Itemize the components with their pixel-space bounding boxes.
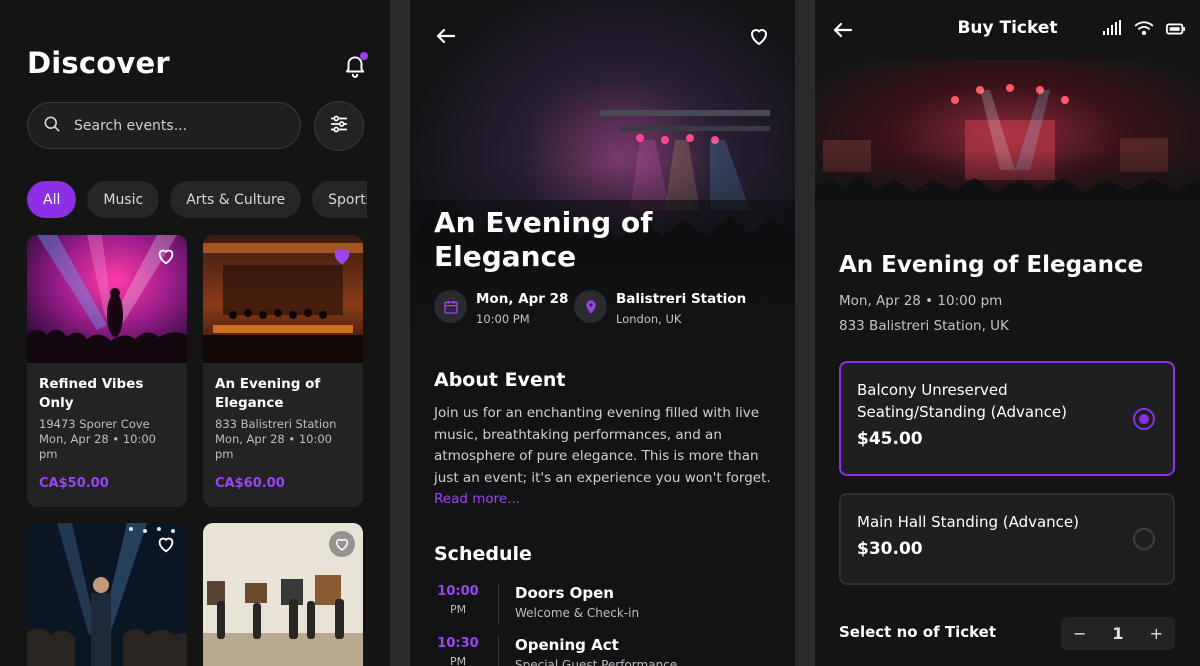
schedule-divider [498,584,499,624]
event-time: 10:00 PM [476,312,530,326]
read-more-link[interactable]: Read more... [434,491,520,507]
ticket-radio[interactable] [1133,408,1155,430]
event-card[interactable]: An Evening of Elegance 833 Balistreri St… [203,235,363,507]
calendar-icon [434,290,467,323]
schedule-subtitle: Welcome & Check-in [515,606,640,620]
event-title: An Evening of Elegance [839,252,1144,278]
event-card-meta: 833 Balistreri Station Mon, Apr 28 • 10:… [215,417,337,461]
event-card-meta: 19473 Sporer Cove Mon, Apr 28 • 10:00 pm [39,417,156,461]
ticket-radio[interactable] [1133,528,1155,550]
decrement-button[interactable]: − [1073,624,1086,643]
search-bar[interactable] [27,102,301,149]
chip-sports[interactable]: Sports [312,181,367,218]
wifi-icon [1134,20,1154,40]
event-date: Mon, Apr 28 [476,291,569,307]
event-image [27,523,187,666]
schedule-title: Opening Act [515,636,619,654]
favorite-heart-icon[interactable] [155,245,177,267]
ticket-price: $30.00 [857,539,923,559]
chip-music[interactable]: Music [87,181,160,218]
schedule-time: 10:00 [437,584,479,599]
favorite-heart-icon[interactable] [155,533,177,555]
schedule-item: 10:30 PM Opening Act Special Guest Perfo… [434,636,774,666]
event-datetime: Mon, Apr 28 • 10:00 pm [839,293,1003,309]
event-venue-info: Balistreri Station London, UK [574,290,746,327]
ticket-name: Balcony Unreserved Seating/Standing (Adv… [857,381,1067,421]
chip-all[interactable]: All [27,181,77,218]
event-detail-screen: An Evening of Elegance Mon, Apr 28 10:00… [410,0,795,666]
status-icons [1102,20,1186,40]
back-arrow-icon[interactable] [434,24,458,48]
quantity-value: 1 [1112,624,1124,643]
chip-arts-culture[interactable]: Arts & Culture [170,181,302,218]
location-pin-icon [574,290,607,323]
buy-ticket-screen: Buy Ticket An Evening of Elegance Mon, A… [815,0,1200,666]
event-card-price: CA$50.00 [39,476,109,491]
page-title: Discover [27,46,170,80]
signal-icon [1102,20,1122,40]
event-card-title: An Evening of Elegance [215,376,321,411]
ticket-price: $45.00 [857,429,923,449]
event-card[interactable]: Refined Vibes Only 19473 Sporer Cove Mon… [27,235,187,507]
ticket-name: Main Hall Standing (Advance) [857,513,1080,531]
event-card-title: Refined Vibes Only [39,376,144,411]
notification-bell-icon[interactable] [342,52,368,78]
quantity-label: Select no of Ticket [839,623,997,641]
favorite-heart-icon[interactable] [747,24,771,48]
increment-button[interactable]: + [1150,624,1163,643]
event-date-info: Mon, Apr 28 10:00 PM [434,290,568,327]
search-input[interactable] [74,117,274,134]
event-venue: Balistreri Station [616,291,747,307]
event-address: 833 Balistreri Station, UK [839,318,1009,334]
favorite-heart-icon[interactable] [331,245,353,267]
search-icon [42,114,62,138]
event-card-price: CA$60.00 [215,476,285,491]
filter-button[interactable] [314,101,364,151]
about-text: Join us for an enchanting evening filled… [434,403,774,511]
event-card[interactable] [27,523,187,666]
schedule-item: 10:00 PM Doors Open Welcome & Check-in [434,584,774,624]
discover-screen: Discover All Music Arts & Culture Sports [0,0,390,666]
sliders-icon [328,113,350,139]
schedule-subtitle: Special Guest Performance [515,658,678,666]
ticket-option[interactable]: Main Hall Standing (Advance) $30.00 [839,493,1175,585]
event-title: An Evening of Elegance [434,206,653,273]
event-card[interactable] [203,523,363,666]
schedule-title: Doors Open [515,584,614,602]
category-chips: All Music Arts & Culture Sports [27,181,367,218]
about-body: Join us for an enchanting evening filled… [434,405,771,486]
event-hero-image [815,60,1200,225]
schedule-time: 10:30 [437,636,479,651]
back-arrow-icon[interactable] [831,18,855,42]
schedule-ampm: PM [449,603,467,616]
event-image [203,235,363,363]
event-location: London, UK [616,312,682,326]
event-image [27,235,187,363]
favorite-heart-icon[interactable] [329,531,355,557]
schedule-heading: Schedule [434,543,532,565]
event-image [203,523,363,666]
quantity-stepper: − 1 + [1061,617,1175,650]
battery-icon [1166,21,1186,40]
ticket-option[interactable]: Balcony Unreserved Seating/Standing (Adv… [839,361,1175,476]
event-hero-image [410,0,795,330]
notification-dot [360,52,368,60]
schedule-ampm: PM [449,655,467,666]
about-heading: About Event [434,369,566,391]
schedule-divider [498,636,499,666]
